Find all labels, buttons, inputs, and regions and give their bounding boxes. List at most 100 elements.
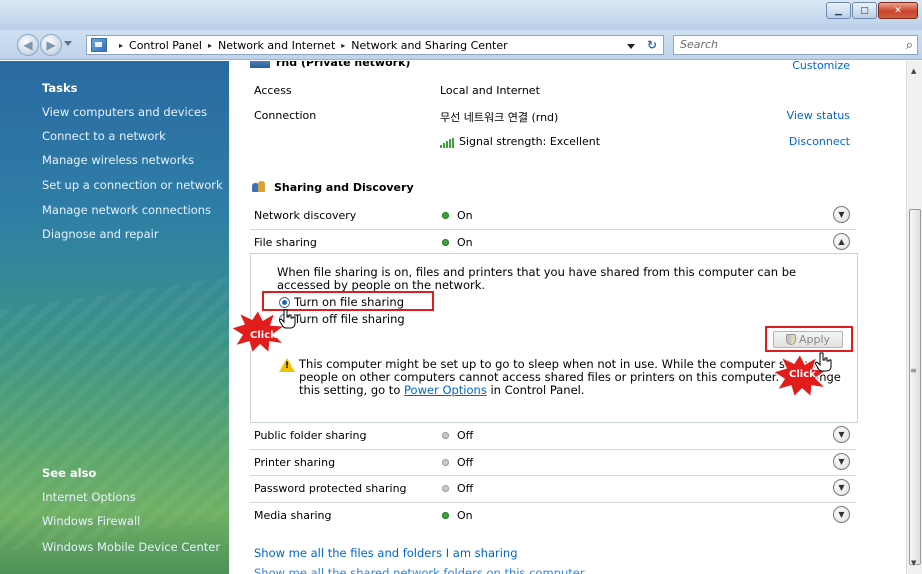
network-name-row: rnd (Private network) — [250, 61, 410, 69]
network-name: rnd (Private network) — [276, 61, 411, 69]
breadcrumb-separator[interactable]: ▸ — [119, 41, 123, 50]
sidebar: Tasks View computers and devices Connect… — [0, 61, 229, 574]
status-text: On — [457, 209, 473, 222]
sidebar-item-view-computers[interactable]: View computers and devices — [42, 105, 207, 119]
recent-pages-dropdown[interactable] — [64, 41, 72, 46]
back-button[interactable]: ◀ — [17, 34, 39, 56]
tasks-heading: Tasks — [42, 81, 78, 95]
highlight-apply: Apply — [765, 326, 853, 352]
disconnect-link[interactable]: Disconnect — [789, 135, 850, 148]
media-sharing-status: On — [442, 509, 473, 522]
sharing-people-icon — [252, 181, 266, 194]
password-sharing-status: Off — [442, 482, 473, 495]
sharing-section-heading: Sharing and Discovery — [252, 181, 414, 194]
turn-off-file-sharing-label[interactable]: Turn off file sharing — [294, 312, 405, 326]
breadcrumb[interactable]: ▸ Control Panel ▸ Network and Internet ▸… — [86, 35, 664, 55]
expand-public-folder-button[interactable]: ▼ — [833, 426, 850, 443]
network-discovery-label: Network discovery — [254, 209, 357, 222]
breadcrumb-control-panel[interactable]: Control Panel — [129, 39, 202, 52]
public-folder-sharing-label: Public folder sharing — [254, 429, 367, 442]
network-icon — [250, 61, 270, 68]
apply-button-label: Apply — [798, 333, 831, 346]
public-folder-sharing-status: Off — [442, 429, 473, 442]
breadcrumb-network-and-internet[interactable]: Network and Internet — [218, 39, 335, 52]
sidebar-item-mobile-device-center[interactable]: Windows Mobile Device Center — [42, 540, 220, 554]
address-bar: ◀ ▶ ▸ Control Panel ▸ Network and Intern… — [0, 30, 922, 60]
scrollbar-thumb[interactable] — [909, 209, 921, 565]
close-button[interactable]: ✕ — [878, 2, 918, 19]
sidebar-item-manage-wireless[interactable]: Manage wireless networks — [42, 153, 194, 167]
sidebar-item-internet-options[interactable]: Internet Options — [42, 490, 136, 504]
click-label: Click — [789, 369, 816, 380]
signal-row: Signal strength: Excellent — [440, 135, 600, 148]
turn-on-file-sharing-label[interactable]: Turn on file sharing — [294, 295, 404, 309]
search-icon[interactable]: ⌕ — [906, 37, 913, 55]
search-placeholder: Search — [680, 38, 719, 51]
turn-on-file-sharing-option[interactable]: Turn on file sharing — [279, 295, 404, 309]
see-also-heading: See also — [42, 466, 97, 480]
sidebar-item-windows-firewall[interactable]: Windows Firewall — [42, 514, 140, 528]
title-bar: ▁ □ ✕ — [0, 0, 922, 30]
access-value: Local and Internet — [440, 84, 540, 97]
row-divider — [250, 449, 856, 450]
collapse-file-sharing-button[interactable]: ▲ — [833, 233, 850, 250]
sidebar-item-connect-network[interactable]: Connect to a network — [42, 129, 166, 143]
network-discovery-status: On — [442, 209, 473, 222]
status-text: On — [457, 509, 473, 522]
sidebar-item-manage-connections[interactable]: Manage network connections — [42, 203, 211, 217]
breadcrumb-separator[interactable]: ▸ — [208, 41, 212, 50]
turn-off-file-sharing-option[interactable]: Turn off file sharing — [279, 312, 405, 326]
file-sharing-label: File sharing — [254, 236, 317, 249]
status-on-icon — [442, 512, 449, 519]
refresh-icon[interactable]: ↻ — [647, 38, 657, 52]
hand-cursor-icon — [279, 309, 296, 329]
show-shared-files-link[interactable]: Show me all the files and folders I am s… — [254, 546, 518, 560]
maximize-button[interactable]: □ — [852, 2, 877, 19]
sidebar-item-setup-connection[interactable]: Set up a connection or network — [42, 178, 223, 192]
click-label: Click — [250, 330, 277, 341]
forward-button[interactable]: ▶ — [40, 34, 62, 56]
sharing-section-title: Sharing and Discovery — [274, 181, 414, 194]
address-dropdown-icon[interactable] — [627, 44, 635, 49]
expand-network-discovery-button[interactable]: ▼ — [833, 206, 850, 223]
scroll-down-icon[interactable]: ▼ — [911, 559, 916, 567]
scroll-up-icon[interactable]: ▲ — [911, 67, 916, 75]
expand-media-sharing-button[interactable]: ▼ — [833, 506, 850, 523]
status-text: Off — [457, 429, 474, 442]
breadcrumb-network-sharing-center[interactable]: Network and Sharing Center — [351, 39, 507, 52]
status-on-icon — [442, 212, 449, 219]
vertical-scrollbar[interactable]: ▲ ≡ ▼ — [906, 61, 922, 574]
customize-link[interactable]: Customize — [792, 61, 850, 72]
uac-shield-icon — [785, 334, 796, 345]
status-off-icon — [442, 432, 449, 439]
warning-text-part2: in Control Panel. — [486, 383, 585, 397]
show-shared-folders-link[interactable]: Show me all the shared network folders o… — [254, 566, 585, 574]
sleep-warning-text: This computer might be set up to go to s… — [299, 358, 851, 397]
file-sharing-details: When file sharing is on, files and print… — [250, 253, 858, 423]
expand-password-sharing-button[interactable]: ▼ — [833, 479, 850, 496]
sidebar-item-diagnose-repair[interactable]: Diagnose and repair — [42, 227, 159, 241]
file-sharing-status: On — [442, 236, 473, 249]
status-on-icon — [442, 239, 449, 246]
signal-strength-icon — [440, 138, 454, 148]
media-sharing-label: Media sharing — [254, 509, 332, 522]
search-input[interactable]: Search ⌕ — [673, 35, 918, 55]
hand-cursor-icon — [815, 352, 832, 372]
connection-label: Connection — [254, 109, 317, 122]
status-text: Off — [457, 482, 474, 495]
radio-turn-on[interactable] — [279, 296, 290, 308]
scroll-grip-icon: ≡ — [910, 366, 917, 375]
row-divider — [250, 502, 856, 503]
signal-strength-text: Signal strength: Excellent — [459, 135, 601, 148]
view-status-link[interactable]: View status — [787, 109, 850, 122]
power-options-link[interactable]: Power Options — [404, 383, 487, 397]
status-off-icon — [442, 485, 449, 492]
main-panel: rnd (Private network) Customize Access L… — [230, 61, 906, 574]
minimize-button[interactable]: ▁ — [826, 2, 851, 19]
status-off-icon — [442, 459, 449, 466]
breadcrumb-separator[interactable]: ▸ — [341, 41, 345, 50]
expand-printer-sharing-button[interactable]: ▼ — [833, 453, 850, 470]
apply-button[interactable]: Apply — [773, 331, 843, 348]
window-controls: ▁ □ ✕ — [826, 2, 918, 19]
status-text: Off — [457, 456, 474, 469]
